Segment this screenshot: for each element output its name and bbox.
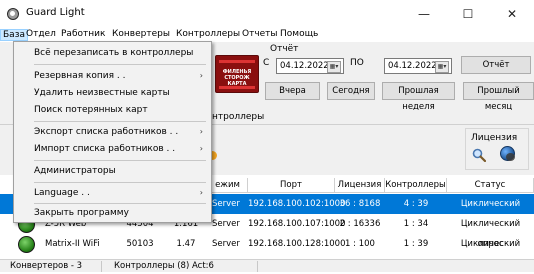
header-mode[interactable]: ежим xyxy=(208,178,248,193)
tab-controllers[interactable]: нтроллеры xyxy=(212,112,264,122)
menu-item-close-program[interactable]: Закрыть программу xyxy=(14,205,211,221)
to-date-value: 04.12.2022 xyxy=(388,61,437,71)
card-image-text: ФИЛЕНЬЯ СТОРОЖ КАРТА xyxy=(222,69,252,87)
menu-department[interactable]: Отдел xyxy=(26,29,56,39)
menu-item-backup[interactable]: Резервная копия . . › xyxy=(14,68,211,84)
menu-item-administrators[interactable]: Администраторы xyxy=(14,163,211,179)
card-image: ФИЛЕНЬЯ СТОРОЖ КАРТА xyxy=(215,55,259,93)
globe-icon[interactable] xyxy=(500,146,515,161)
menu-bar: База Отдел Работник Конвертеры Контролле… xyxy=(0,28,534,42)
menu-separator xyxy=(34,121,206,122)
cell-controllers: 1 : 34 xyxy=(403,219,429,229)
cell-license: 2 : 16336 xyxy=(339,219,381,229)
yesterday-button[interactable]: Вчера xyxy=(265,82,320,100)
cell-license: 36 : 8168 xyxy=(339,199,381,209)
cell-status: Циклический опрос xyxy=(460,199,521,229)
report-button[interactable]: Отчёт xyxy=(461,56,531,74)
window-title: Guard Light xyxy=(26,7,85,18)
menu-separator xyxy=(34,64,206,65)
cell-address: 192.168.100.102:1000 xyxy=(248,199,346,209)
license-title: Лицензия xyxy=(470,133,519,143)
cell-mode: Server xyxy=(212,199,240,209)
online-led-icon xyxy=(18,236,35,253)
submenu-arrow-icon: › xyxy=(199,127,203,136)
table-row[interactable]: Matrix-II WiFi 50103 1.47 Server 192.168… xyxy=(0,234,534,269)
cell-version: 1.47 xyxy=(176,239,196,249)
status-bar: Конвертеров - 3 Контроллеры (8) Act:6 xyxy=(0,259,534,272)
menu-item-label: Импорт списка работников . . xyxy=(34,144,176,154)
cell-port-number: 50103 xyxy=(126,239,154,249)
minimize-button[interactable]: — xyxy=(402,2,446,26)
menu-separator xyxy=(34,160,206,161)
header-controllers[interactable]: Контроллеры xyxy=(385,178,447,193)
status-converters: Конвертеров - 3 xyxy=(4,261,102,272)
menu-controllers[interactable]: Контроллеры xyxy=(176,29,240,39)
last-week-button[interactable]: Прошлая неделя xyxy=(382,82,455,112)
calendar-dropdown-icon[interactable]: ▦▾ xyxy=(327,61,341,73)
menu-separator xyxy=(34,182,206,183)
menu-item-label: Резервная копия . . xyxy=(34,71,126,81)
cell-name: Matrix-II WiFi xyxy=(45,239,100,249)
cell-mode: Server xyxy=(212,219,240,229)
from-label: С xyxy=(263,58,270,68)
menu-separator xyxy=(34,203,206,204)
menu-item-label: Всё перезаписать в контроллеры xyxy=(34,48,194,58)
menu-reports[interactable]: Отчеты xyxy=(242,29,278,39)
header-status[interactable]: Статус xyxy=(447,178,534,193)
to-date-field[interactable]: 04.12.2022 ▦▾ xyxy=(384,58,452,74)
cell-address: 192.168.100.107:1000 xyxy=(248,219,346,229)
search-icon[interactable] xyxy=(472,148,486,162)
app-logo-icon xyxy=(7,8,19,20)
last-month-button[interactable]: Прошлый месяц xyxy=(463,82,534,112)
menu-item-delete-unknown-cards[interactable]: Удалить неизвестные карты xyxy=(14,85,211,101)
cell-address: 192.168.100.128:1000 xyxy=(248,239,346,249)
menu-database[interactable]: База xyxy=(0,29,28,41)
menu-item-label: Поиск потерянных карт xyxy=(34,105,148,115)
menu-item-label: Закрыть программу xyxy=(34,208,129,218)
submenu-arrow-icon: › xyxy=(199,71,203,80)
menu-item-label: Удалить неизвестные карты xyxy=(34,88,170,98)
header-port[interactable]: Порт xyxy=(248,178,335,193)
submenu-arrow-icon: › xyxy=(199,188,203,197)
menu-employee[interactable]: Работник xyxy=(61,29,105,39)
from-date-field[interactable]: 04.12.2022 ▦▾ xyxy=(276,58,344,74)
menu-item-find-lost-cards[interactable]: Поиск потерянных карт xyxy=(14,102,211,118)
close-button[interactable]: ✕ xyxy=(490,2,534,26)
report-group-label: Отчёт xyxy=(270,44,299,54)
menu-help[interactable]: Помощь xyxy=(280,29,318,39)
header-license[interactable]: Лицензия xyxy=(335,178,385,193)
menu-item-import-employees[interactable]: Импорт списка работников . . › xyxy=(14,141,211,157)
cell-status: Циклический опрос xyxy=(460,219,521,249)
cell-license: 1 : 100 xyxy=(345,239,375,249)
calendar-dropdown-icon[interactable]: ▦▾ xyxy=(435,61,449,73)
menu-item-label: Администраторы xyxy=(34,166,116,176)
menu-item-export-employees[interactable]: Экспорт списка работников . . › xyxy=(14,124,211,140)
menu-item-label: Language . . xyxy=(34,188,90,198)
menu-item-label: Экспорт списка работников . . xyxy=(34,127,179,137)
cell-mode: Server xyxy=(212,239,240,249)
cell-status: Циклический опрос xyxy=(460,239,521,269)
submenu-arrow-icon: › xyxy=(199,144,203,153)
maximize-button[interactable]: ☐ xyxy=(446,2,490,26)
to-label: ПО xyxy=(350,58,364,68)
menu-item-rewrite-all[interactable]: Всё перезаписать в контроллеры xyxy=(14,45,211,61)
menu-item-language[interactable]: Language . . › xyxy=(14,185,211,201)
cell-controllers: 4 : 39 xyxy=(403,199,429,209)
cell-controllers: 1 : 39 xyxy=(403,239,429,249)
from-date-value: 04.12.2022 xyxy=(280,61,329,71)
database-menu-dropdown: Всё перезаписать в контроллеры Резервная… xyxy=(13,41,212,223)
status-controllers: Контроллеры (8) Act:6 xyxy=(108,261,258,272)
today-button[interactable]: Сегодня xyxy=(327,82,375,100)
menu-converters[interactable]: Конвертеры xyxy=(112,29,170,39)
